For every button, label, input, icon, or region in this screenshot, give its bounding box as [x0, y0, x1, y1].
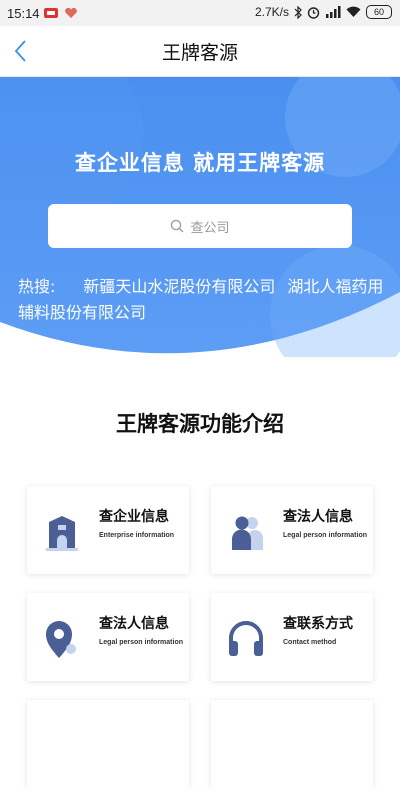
- headphones-icon: [229, 621, 263, 656]
- hot-search-label: 热搜:: [18, 277, 56, 296]
- alarm-icon: [307, 6, 320, 19]
- company-search-input[interactable]: 查公司: [48, 204, 352, 248]
- feature-card-title: 查联系方式: [283, 616, 353, 632]
- search-icon: [171, 219, 184, 233]
- feature-card-partial[interactable]: [27, 700, 189, 788]
- building-icon: [46, 516, 78, 551]
- feature-card-enterprise[interactable]: 查企业信息 Enterprise information: [27, 486, 189, 574]
- hot-search: 热搜: 新疆天山水泥股份有限公司 湖北人福药用辅料股份有限公司: [18, 274, 388, 326]
- feature-card-subtitle: Legal person information: [283, 532, 368, 539]
- nav-bar: 王牌客源: [0, 26, 400, 77]
- page-title: 王牌客源: [161, 42, 238, 64]
- feature-card-subtitle: Legal person information: [99, 639, 184, 646]
- hero-slogan: 查企业信息 就用王牌客源: [74, 151, 326, 175]
- feature-card-subtitle: Enterprise information: [99, 532, 175, 539]
- feature-card-legal-person-2[interactable]: 查法人信息 Legal person information: [27, 593, 189, 681]
- feature-card-title: 查法人信息: [283, 509, 353, 525]
- status-bar: 15:14 2.7K/s 60: [0, 0, 400, 26]
- hot-search-item[interactable]: 新疆天山水泥股份有限公司: [83, 277, 275, 296]
- feature-card-legal-person[interactable]: 查法人信息 Legal person information: [211, 486, 373, 574]
- bluetooth-icon: [294, 5, 302, 19]
- app-icon: [44, 8, 58, 18]
- status-time: 15:14: [7, 6, 40, 21]
- signal-icon: [326, 6, 341, 18]
- location-pin-icon: [46, 621, 76, 658]
- hero-banner: 查企业信息 就用王牌客源 查公司 热搜: 新疆天山水泥股份有限公司 湖北人福药用辅料…: [0, 77, 400, 357]
- features-title: 王牌客源功能介绍: [116, 412, 284, 436]
- search-placeholder: 查公司: [190, 220, 230, 236]
- feature-card-contact[interactable]: 查联系方式 Contact method: [211, 593, 373, 681]
- network-speed: 2.7K/s: [254, 5, 289, 19]
- feature-card-title: 查法人信息: [99, 616, 169, 632]
- battery-icon: 60: [366, 5, 392, 19]
- feature-card-subtitle: Contact method: [283, 639, 337, 646]
- wifi-icon: [346, 6, 361, 18]
- person-icon: [232, 516, 263, 550]
- heart-icon: [65, 7, 77, 18]
- feature-card-title: 查企业信息: [99, 509, 169, 525]
- feature-card-partial[interactable]: [211, 700, 373, 788]
